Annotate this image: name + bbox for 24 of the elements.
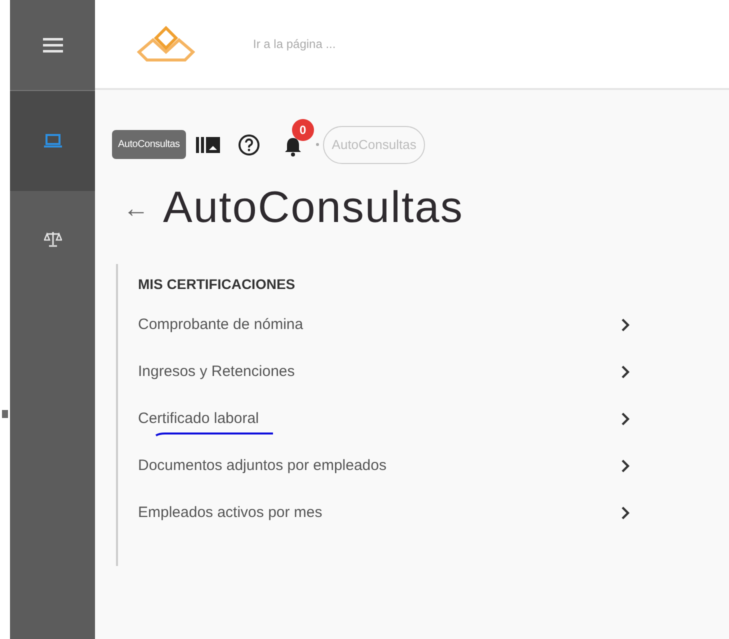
scale-icon [44, 231, 62, 247]
gallery-icon[interactable] [196, 136, 220, 154]
chevron-right-icon[interactable] [621, 318, 630, 332]
section-heading: MIS CERTIFICACIONES [138, 274, 296, 294]
certificate-link[interactable]: Documentos adjuntos por empleados [138, 454, 386, 478]
certificate-link[interactable]: Comprobante de nómina [138, 314, 304, 336]
bell-icon[interactable] [284, 136, 302, 157]
logo-icon [137, 24, 195, 64]
certificate-link[interactable]: Empleados activos por mes [138, 502, 322, 524]
chevron-right-icon[interactable] [621, 412, 630, 426]
back-button[interactable]: ← [123, 194, 149, 220]
chevron-right-icon[interactable] [621, 365, 630, 379]
menu-icon [42, 37, 62, 53]
search-field[interactable]: Ir a la página ... [253, 35, 553, 53]
edge-mark [2, 410, 8, 418]
page-title: AutoConsultas [163, 186, 464, 230]
help-icon[interactable] [238, 134, 260, 156]
app-tag: AutoConsultas [112, 130, 186, 160]
certificate-link[interactable]: Certificado laboral [138, 408, 259, 430]
notification-badge: 0 [292, 118, 314, 141]
chevron-right-icon[interactable] [621, 459, 630, 473]
chevron-right-icon[interactable] [621, 506, 630, 520]
certificate-link[interactable]: Ingresos y Retenciones [138, 360, 295, 384]
laptop-icon [44, 134, 62, 148]
